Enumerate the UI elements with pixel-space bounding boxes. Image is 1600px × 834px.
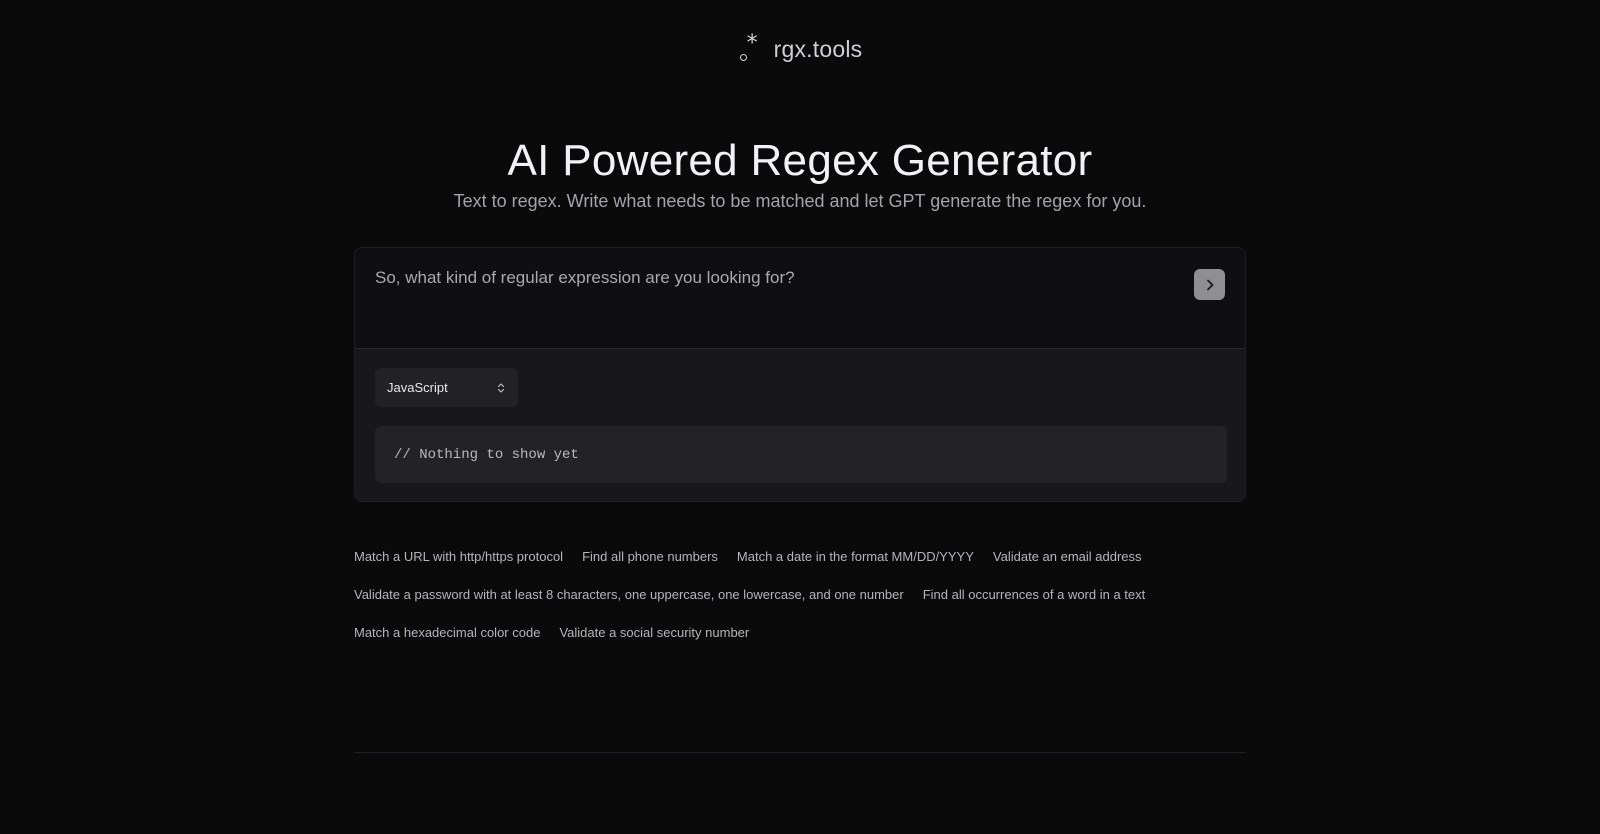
page-title: AI Powered Regex Generator <box>507 136 1093 185</box>
page-subtitle: Text to regex. Write what needs to be ma… <box>453 191 1147 211</box>
generator-card: So, what kind of regular expression are … <box>354 247 1246 502</box>
regex-output-text: // Nothing to show yet <box>394 446 579 463</box>
example-prompt[interactable]: Match a date in the format MM/DD/YYYY <box>737 547 974 566</box>
example-prompt[interactable]: Match a URL with http/https protocol <box>354 547 563 566</box>
prompt-area[interactable]: So, what kind of regular expression are … <box>355 248 1245 349</box>
brand[interactable]: * rgx.tools <box>0 32 1600 63</box>
brand-name: rgx.tools <box>773 36 863 62</box>
example-prompt[interactable]: Validate a social security number <box>559 623 749 642</box>
chevron-right-icon <box>1206 279 1213 290</box>
example-prompt[interactable]: Match a hexadecimal color code <box>354 623 540 642</box>
chevron-up-down-icon <box>497 382 505 393</box>
footer-divider <box>354 752 1246 753</box>
example-prompt[interactable]: Find all phone numbers <box>582 547 718 566</box>
example-prompt[interactable]: Validate a password with at least 8 char… <box>354 585 904 604</box>
example-prompts: Match a URL with http/https protocol Fin… <box>354 547 1246 642</box>
regex-dot-star-icon: * <box>738 32 760 63</box>
example-prompt[interactable]: Find all occurrences of a word in a text <box>923 585 1146 604</box>
language-selected: JavaScript <box>387 380 448 395</box>
language-select[interactable]: JavaScript <box>375 368 518 407</box>
submit-button[interactable] <box>1194 269 1225 300</box>
page: * rgx.tools AI Powered Regex Generator T… <box>0 0 1600 834</box>
regex-output: // Nothing to show yet <box>375 426 1227 483</box>
prompt-input[interactable]: So, what kind of regular expression are … <box>375 268 1155 288</box>
example-prompt[interactable]: Validate an email address <box>993 547 1142 566</box>
